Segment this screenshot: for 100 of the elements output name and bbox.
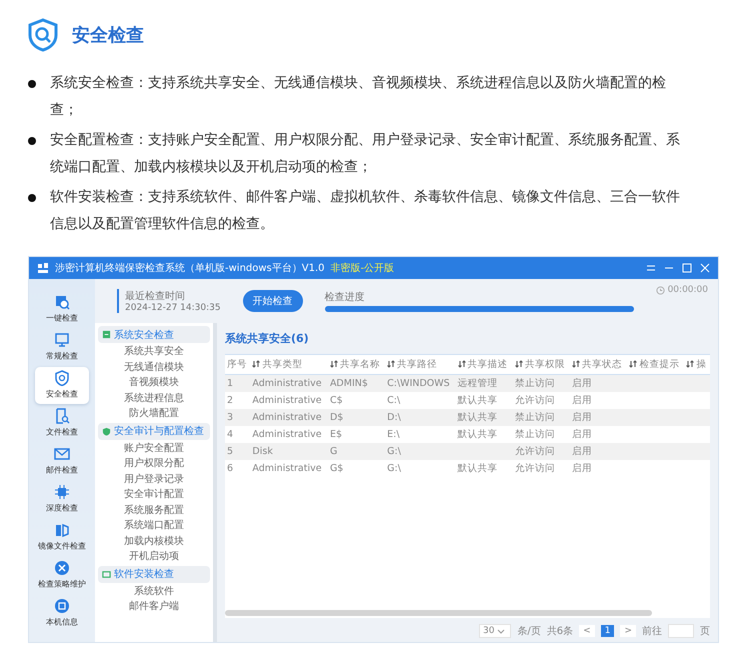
last-check-time: 2024-12-27 14:30:35 bbox=[125, 303, 221, 313]
menu-icon[interactable] bbox=[646, 263, 656, 273]
table-cell: G:\ bbox=[385, 460, 456, 477]
nav-group-heading[interactable]: 软件安装检查 bbox=[98, 566, 210, 582]
nav-item[interactable]: 无线通信模块 bbox=[98, 360, 210, 375]
sort-icon[interactable] bbox=[330, 360, 338, 368]
horizontal-scrollbar[interactable] bbox=[225, 610, 652, 616]
search-icon bbox=[54, 294, 70, 310]
nav-item[interactable]: 安全审计配置 bbox=[98, 487, 210, 502]
nav-item[interactable]: 系统端口配置 bbox=[98, 518, 210, 534]
nav-item[interactable]: 系统共享安全 bbox=[98, 344, 210, 360]
nav-group-heading[interactable]: 安全审计与配置检查 bbox=[98, 422, 210, 440]
bullet-dot bbox=[28, 80, 36, 88]
table-cell: 启用 bbox=[570, 426, 628, 443]
shield-icon bbox=[102, 426, 111, 436]
nav-group-label: 软件安装检查 bbox=[114, 568, 174, 581]
table-cell: 启用 bbox=[570, 374, 628, 392]
sort-icon[interactable] bbox=[686, 360, 694, 368]
nav-item[interactable]: 邮件客户端 bbox=[98, 599, 210, 614]
close-icon[interactable] bbox=[700, 263, 710, 273]
table-title: 系统共享安全(6) bbox=[225, 331, 310, 346]
last-check-label: 最近检查时间 bbox=[125, 290, 186, 303]
nav-group-label: 安全审计与配置检查 bbox=[114, 424, 204, 438]
nav-item[interactable]: 账户安全配置 bbox=[98, 440, 210, 456]
sort-icon[interactable] bbox=[514, 360, 523, 368]
table-cell: C:\ bbox=[385, 392, 456, 409]
bullet-dot bbox=[28, 194, 36, 202]
table-cell: E$ bbox=[328, 426, 386, 443]
document-search-icon bbox=[54, 408, 70, 424]
sidebar-item[interactable]: 镜像文件检查 bbox=[35, 519, 89, 556]
nav-item[interactable]: 系统进程信息 bbox=[98, 390, 210, 406]
next-page-button[interactable]: > bbox=[620, 625, 636, 637]
nav-item[interactable]: 加载内核模块 bbox=[98, 534, 210, 549]
table-cell: G bbox=[328, 443, 386, 460]
table-cell: 5 bbox=[225, 443, 250, 460]
nav-item[interactable]: 系统服务配置 bbox=[98, 502, 210, 518]
page-button[interactable]: 1 bbox=[600, 625, 614, 637]
table-cell: 允许访问 bbox=[512, 392, 570, 409]
sort-icon[interactable] bbox=[629, 360, 638, 368]
section-title: 安全检查 bbox=[72, 24, 144, 47]
nav-group-heading[interactable]: 系统安全检查 bbox=[98, 326, 210, 343]
caret-icon bbox=[497, 627, 506, 635]
bullet-dot bbox=[28, 137, 36, 145]
table-cell: ADMIN$ bbox=[328, 374, 386, 392]
per-page-label: 条/页 bbox=[517, 625, 541, 638]
table-cell: C:\WINDOWS bbox=[385, 374, 456, 392]
sidebar-item[interactable]: 常规检查 bbox=[35, 329, 89, 366]
sort-icon[interactable] bbox=[458, 360, 466, 368]
sidebar-item[interactable]: 深度检查 bbox=[35, 481, 89, 518]
clock-icon bbox=[656, 286, 665, 294]
nav-item[interactable]: 开机启动项 bbox=[98, 549, 210, 564]
nav-item[interactable]: 用户权限分配 bbox=[98, 456, 210, 472]
table-cell: 3 bbox=[225, 409, 250, 426]
mail-icon bbox=[54, 446, 70, 462]
sidebar-item[interactable]: 检查策略维护 bbox=[35, 557, 89, 594]
table-cell: 允许访问 bbox=[512, 443, 570, 460]
table-cell: 启用 bbox=[570, 443, 628, 460]
table-cell: G:\ bbox=[385, 443, 456, 460]
table-cell: D$ bbox=[328, 409, 386, 426]
sidebar-item[interactable]: 文件检查 bbox=[35, 405, 89, 442]
table-cell: Administrative bbox=[250, 392, 328, 409]
bullet-text: 安全配置检查：支持账户安全配置、用户权限分配、用户登录记录、安全审计配置、系统服务配置、系统端口配置、加载内核模块以及开机启动项的检查； bbox=[50, 131, 681, 177]
monitor-icon bbox=[54, 332, 70, 348]
table-cell: 2 bbox=[225, 392, 250, 409]
table-cell: G$ bbox=[328, 460, 386, 477]
window-icon bbox=[102, 570, 111, 578]
sidebar-item[interactable]: 本机信息 bbox=[35, 595, 89, 632]
disc-image-icon bbox=[54, 522, 70, 538]
window-title: 涉密计算机终端保密检查系统（单机版-windows平台）V1.0 bbox=[55, 262, 325, 275]
nav-item[interactable]: 用户登录记录 bbox=[98, 472, 210, 487]
table-cell: 远程管理 bbox=[456, 374, 513, 392]
sort-icon[interactable] bbox=[387, 360, 396, 368]
table-cell: 禁止访问 bbox=[512, 409, 570, 426]
table-cell: 默认共享 bbox=[456, 426, 513, 443]
sort-icon[interactable] bbox=[252, 360, 260, 368]
table-cell: E:\ bbox=[385, 426, 456, 443]
page-size-select[interactable]: 30 bbox=[478, 624, 512, 638]
bullet-text: 软件安装检查：支持系统软件、邮件客户端、虚拟机软件、杀毒软件信息、镜像文件信息、三合一软件信息以及配置管理软件信息的检查。 bbox=[50, 188, 681, 234]
nav-item[interactable]: 音视频模块 bbox=[98, 375, 210, 390]
table-cell: 1 bbox=[225, 374, 250, 392]
table-cell: Administrative bbox=[250, 374, 328, 392]
nav-item[interactable]: 系统软件 bbox=[98, 584, 210, 599]
table-cell: 4 bbox=[225, 426, 250, 443]
sidebar-item[interactable]: 安全检查 bbox=[35, 367, 89, 404]
sort-icon[interactable] bbox=[572, 360, 580, 368]
previous-page-button[interactable]: < bbox=[579, 625, 595, 637]
page-unit-label: 页 bbox=[700, 625, 710, 638]
table-cell: 默认共享 bbox=[456, 409, 513, 426]
table-cell: 禁止访问 bbox=[512, 374, 570, 392]
table-cell: D:\ bbox=[385, 409, 456, 426]
chip-icon bbox=[54, 484, 70, 500]
nav-item[interactable]: 防火墙配置 bbox=[98, 406, 210, 422]
sidebar-item[interactable]: 邮件检查 bbox=[35, 443, 89, 480]
sidebar-item[interactable]: 一键检查 bbox=[35, 291, 89, 328]
table-cell: 默认共享 bbox=[456, 460, 513, 477]
goto-label: 前往 bbox=[642, 624, 662, 638]
maximize-icon[interactable] bbox=[682, 263, 692, 273]
page-input-field[interactable] bbox=[668, 624, 694, 638]
table-cell: 启用 bbox=[570, 392, 628, 409]
start-check-button[interactable]: 开始检查 bbox=[242, 290, 303, 312]
